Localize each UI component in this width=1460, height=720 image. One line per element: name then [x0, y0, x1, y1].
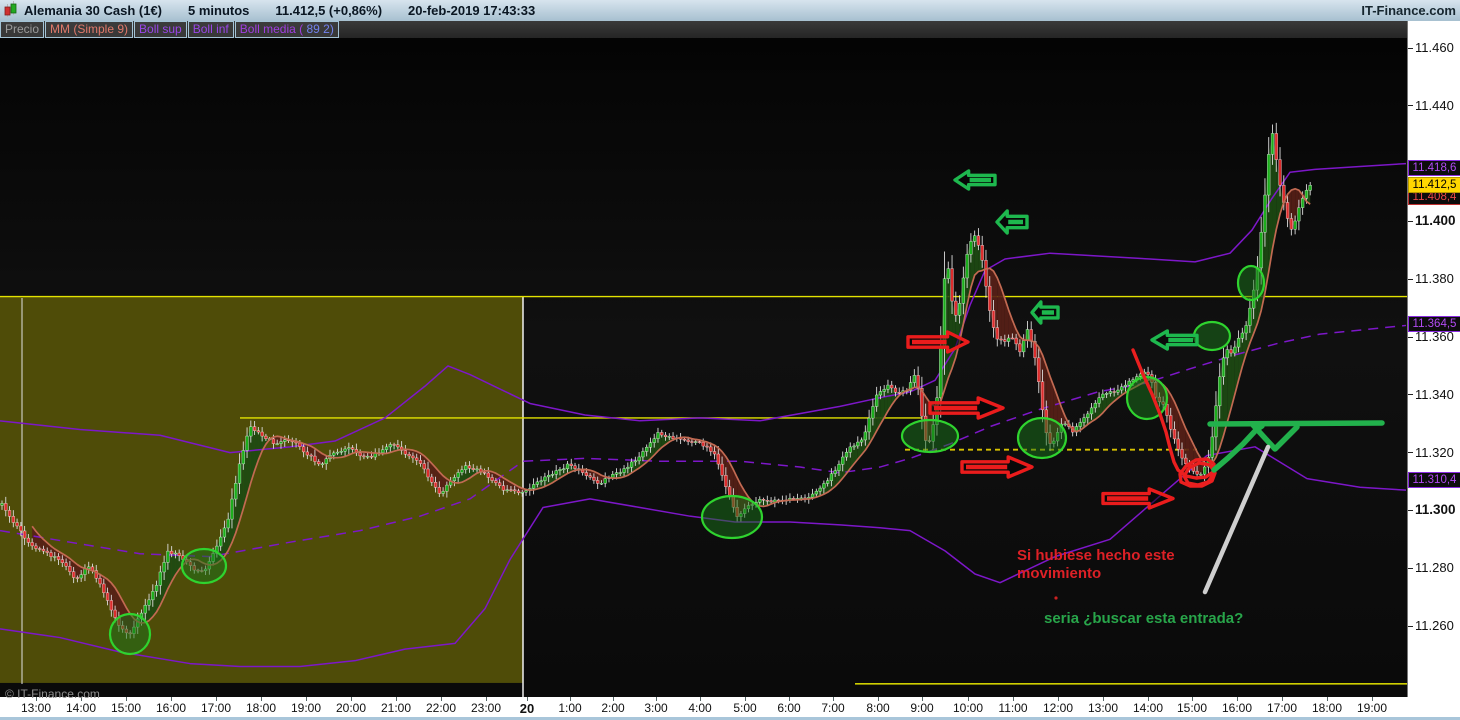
candlestick-logo-icon [4, 0, 18, 21]
time-axis-label: 8:00 [866, 701, 890, 715]
price-axis-tick [1408, 336, 1413, 338]
legend-item-boll-media[interactable]: Boll media ( 89 2) [234, 21, 339, 38]
time-axis-label: 14:00 [65, 701, 97, 715]
price-axis-tick [1408, 452, 1413, 454]
legend-item-label: Boll sup [139, 22, 182, 36]
freehand-green-path[interactable] [1207, 420, 1385, 427]
drawn-ellipse [900, 418, 960, 454]
time-axis-label: 22:00 [425, 701, 457, 715]
legend-item-label: Boll inf [192, 22, 229, 36]
legend-item-label: 89 2) [303, 22, 334, 36]
time-axis-label: 18:00 [1311, 701, 1343, 715]
time-axis-label: 16:00 [1221, 701, 1253, 715]
legend-item-label: MM (Simple 9) [50, 22, 129, 36]
time-axis-label: 15:00 [1176, 701, 1208, 715]
time-axis-label: 5:00 [733, 701, 757, 715]
time-axis-label: 12:00 [1042, 701, 1074, 715]
time-axis-label: 17:00 [200, 701, 232, 715]
drawn-ellipse [108, 612, 152, 656]
price-axis-tick [1408, 394, 1413, 396]
legend-item-label: Boll media ( [239, 22, 304, 36]
last-price-tag: 11.412,5 [1408, 177, 1460, 194]
price-axis-label: 11.380 [1415, 271, 1454, 287]
price-axis-label: 11.280 [1415, 560, 1454, 576]
last-price-tag: 11.310,4 [1408, 472, 1460, 489]
brand-label: IT-Finance.com [1361, 3, 1456, 18]
time-axis-label: 14:00 [1132, 701, 1164, 715]
instrument-name: Alemania 30 Cash (1€) [24, 3, 163, 18]
annotation-text-red: Si hubiese hecho este movimiento [1017, 547, 1175, 582]
right-arrow-annotation [960, 455, 1034, 479]
time-axis-label: 18:00 [245, 701, 277, 715]
stray-red-dot [1054, 596, 1058, 600]
legend-item-mm-simple-9[interactable]: MM (Simple 9) [45, 21, 134, 38]
time-axis-label: 3:00 [644, 701, 668, 715]
time-axis-label: 7:00 [821, 701, 845, 715]
time-axis-label: 4:00 [688, 701, 712, 715]
time-axis-label: 19:00 [290, 701, 322, 715]
time-axis-label: 15:00 [110, 701, 142, 715]
price-axis-label: 11.300 [1415, 502, 1456, 518]
chart-watermark: © IT-Finance.com [5, 687, 100, 701]
price-axis-label: 11.460 [1415, 40, 1454, 55]
time-axis-label: 1:00 [558, 701, 582, 715]
price-axis-tick [1408, 105, 1413, 107]
price-axis-tick [1408, 567, 1413, 569]
legend-item-label: Precio [5, 22, 40, 36]
drawn-arrows[interactable] [906, 169, 1199, 510]
legend-item-precio[interactable]: Precio [0, 21, 45, 38]
last-quote: 11.412,5 (+0,86%) [275, 3, 383, 18]
price-axis-label: 11.440 [1415, 97, 1454, 113]
price-axis-label: 11.340 [1415, 386, 1454, 402]
left-arrow-annotation [995, 209, 1029, 235]
time-axis-label: 19:00 [1356, 701, 1388, 715]
drawn-ellipse [1236, 264, 1266, 302]
trading-platform-window: { "header": { "instrument": "Alemania 30… [0, 0, 1460, 720]
drawn-ellipse [1016, 416, 1068, 460]
quote-datetime: 20-feb-2019 17:43:33 [408, 3, 536, 18]
time-axis-label: 10:00 [952, 701, 984, 715]
price-axis-label: 11.260 [1415, 618, 1454, 633]
time-axis-label: 9:00 [910, 701, 934, 715]
left-arrow-annotation [1030, 300, 1060, 325]
left-arrow-annotation [1150, 329, 1199, 351]
price-axis-label: 11.320 [1415, 444, 1454, 460]
time-axis-label: 13:00 [20, 701, 52, 715]
time-axis-label: 20 [519, 701, 535, 716]
title-bar: Alemania 30 Cash (1€) 5 minutos 11.412,5… [0, 0, 1460, 22]
drawn-ellipse [180, 547, 228, 585]
price-axis-tick [1408, 278, 1413, 280]
candlestick-chart-svg[interactable] [0, 38, 1407, 697]
legend-item-boll-sup[interactable]: Boll sup [134, 21, 187, 38]
indicator-legend: Precio MM (Simple 9) Boll sup Boll inf Boll … [0, 21, 1407, 38]
time-axis-label: 13:00 [1087, 701, 1119, 715]
drawn-ellipse [700, 494, 764, 540]
timeframe-label: 5 minutos [188, 3, 250, 18]
left-arrow-annotation [953, 169, 997, 191]
time-axis-label: 21:00 [380, 701, 412, 715]
price-axis-tick [1408, 47, 1413, 49]
price-axis-tick [1408, 509, 1413, 511]
time-axis-label: 6:00 [777, 701, 801, 715]
right-arrow-annotation [1101, 487, 1175, 510]
price-axis-tick [1408, 625, 1413, 627]
time-axis-label: 20:00 [335, 701, 367, 715]
highlighted-session-zone [0, 296, 523, 683]
last-price-tag: 11.418,6 [1408, 159, 1460, 176]
time-axis[interactable]: 13:00 14:00 15:00 16:00 17:00 18:00 19:00 20:00… [0, 697, 1460, 717]
last-price-tag: 11.364,5 [1408, 315, 1460, 332]
price-axis-tick [1408, 220, 1413, 222]
time-axis-label: 11:00 [998, 701, 1028, 715]
time-axis-label: 23:00 [470, 701, 502, 715]
price-axis[interactable]: 11.460 11.440 11.400 11.380 11.360 11.340 11.3… [1407, 21, 1460, 697]
legend-item-boll-inf[interactable]: Boll inf [187, 21, 234, 38]
drawn-ellipse [1192, 320, 1232, 352]
chart-plot-area[interactable] [0, 38, 1407, 697]
time-axis-label: 2:00 [601, 701, 625, 715]
freehand-green-path[interactable] [1250, 422, 1300, 452]
time-axis-label: 17:00 [1266, 701, 1298, 715]
time-axis-label: 16:00 [155, 701, 187, 715]
annotation-text-green: seria ¿buscar esta entrada? [1044, 610, 1244, 627]
price-axis-label: 11.400 [1415, 213, 1456, 229]
